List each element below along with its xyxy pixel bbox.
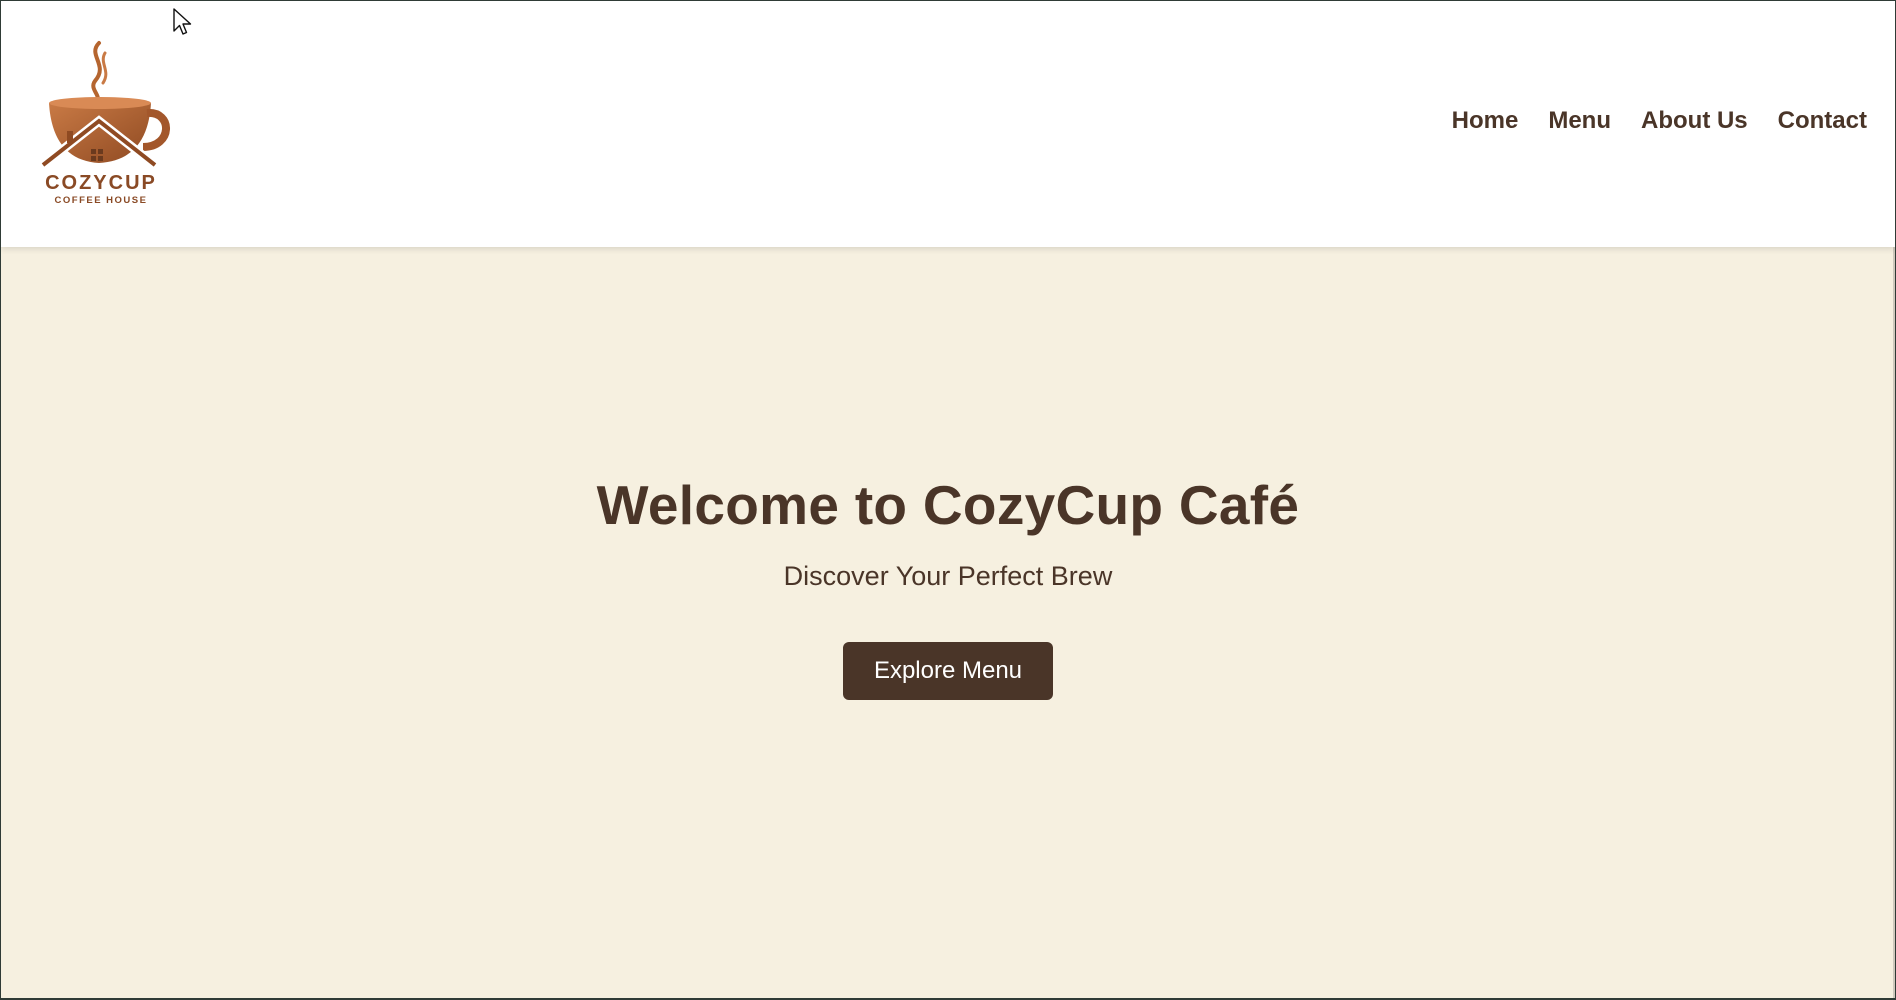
- mouse-cursor-icon: [173, 8, 192, 35]
- hero-section: Welcome to CozyCup Café Discover Your Pe…: [1, 247, 1895, 998]
- nav-link-home[interactable]: Home: [1452, 107, 1519, 135]
- site-logo[interactable]: COZYCUP COFFEE HOUSE: [39, 37, 175, 209]
- main-nav: Home Menu About Us Contact: [1422, 107, 1867, 135]
- explore-menu-button[interactable]: Explore Menu: [842, 642, 1054, 700]
- browser-viewport: COZYCUP COFFEE HOUSE Home Menu About Us …: [1, 1, 1895, 998]
- site-header: COZYCUP COFFEE HOUSE Home Menu About Us …: [1, 1, 1895, 247]
- hero-subtitle: Discover Your Perfect Brew: [783, 561, 1113, 591]
- hero-title: Welcome to CozyCup Café: [596, 474, 1300, 536]
- logo-tagline: COFFEE HOUSE: [55, 195, 148, 206]
- coffee-cup-house-logo-icon: COZYCUP COFFEE HOUSE: [40, 41, 170, 206]
- logo-wordmark: COZYCUP: [45, 172, 157, 194]
- nav-link-about-us[interactable]: About Us: [1641, 107, 1748, 135]
- nav-link-contact[interactable]: Contact: [1778, 107, 1867, 135]
- nav-link-menu[interactable]: Menu: [1548, 107, 1611, 135]
